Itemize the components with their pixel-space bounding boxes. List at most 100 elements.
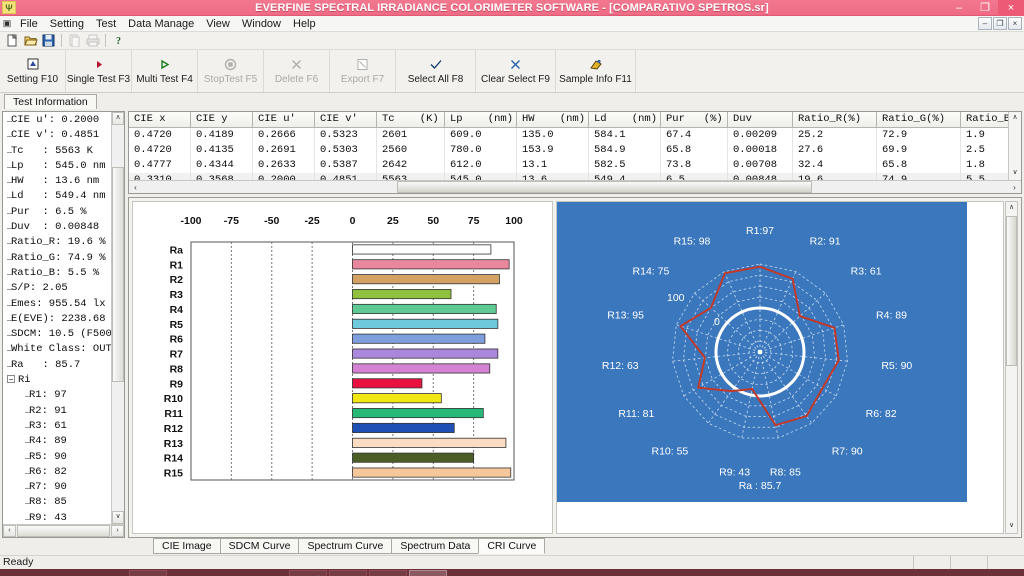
tree-leaf[interactable]: CIE v′: 0.4851 xyxy=(7,129,124,144)
tree-leaf[interactable]: E(EVE): 2238.68 lx xyxy=(7,313,124,328)
tree-leaf[interactable]: Ratio_B: 5.5 % xyxy=(7,267,124,282)
grid-column-header[interactable]: Duv xyxy=(728,112,793,128)
paint-icon[interactable] xyxy=(289,570,327,576)
mdi-close-button[interactable]: × xyxy=(1008,17,1022,30)
grid-column-header[interactable]: Pur (%) xyxy=(661,112,728,128)
charts-scroll-up-arrow[interactable]: ∧ xyxy=(1006,202,1017,215)
word-icon[interactable]: W xyxy=(89,570,127,576)
scroll-left-arrow[interactable]: ‹ xyxy=(3,525,16,537)
file-explorer-icon[interactable] xyxy=(129,570,167,576)
grid-scroll-down-arrow[interactable]: ∨ xyxy=(1009,167,1021,180)
scroll-right-arrow[interactable]: › xyxy=(111,525,124,537)
grid-column-header[interactable]: Lp (nm) xyxy=(445,112,517,128)
tree-leaf[interactable]: R6: 82 xyxy=(7,466,124,481)
grid-column-header[interactable]: CIE v′ xyxy=(315,112,377,128)
tree-leaf[interactable]: Ratio_R: 19.6 % xyxy=(7,236,124,251)
mdi-restore-button[interactable]: ❐ xyxy=(993,17,1007,30)
scroll-up-arrow[interactable]: ∧ xyxy=(112,112,124,125)
toolbar-button-single-test[interactable]: Single Test F3 xyxy=(66,50,132,92)
tree-node[interactable]: − Ri xyxy=(7,374,124,389)
minimize-button[interactable]: – xyxy=(946,0,972,16)
tree-leaf[interactable]: R2: 91 xyxy=(7,405,124,420)
tree-leaf[interactable]: CIE u′: 0.2000 xyxy=(7,114,124,129)
menu-item-help[interactable]: Help xyxy=(287,16,322,32)
internet-explorer-icon[interactable] xyxy=(49,570,87,576)
tree-leaf[interactable]: White Class: OUT xyxy=(7,343,124,358)
excel-icon[interactable]: X xyxy=(169,570,207,576)
mdi-minimize-button[interactable]: – xyxy=(978,17,992,30)
tree-leaf[interactable]: R3: 61 xyxy=(7,420,124,435)
grid-column-header[interactable]: Ratio_R(%) xyxy=(793,112,877,128)
grid-column-header[interactable]: Ld (nm) xyxy=(589,112,661,128)
charts-scroll-down-arrow[interactable]: ∨ xyxy=(1006,520,1017,533)
new-icon[interactable] xyxy=(4,33,21,49)
test-information-tree[interactable]: CIE u′: 0.2000 CIE v′: 0.4851 Tc : 5563 K L… xyxy=(2,111,125,538)
tree-leaf[interactable]: R1: 97 xyxy=(7,389,124,404)
tree-leaf[interactable]: R4: 89 xyxy=(7,435,124,450)
skype-icon[interactable]: S xyxy=(209,570,247,576)
menu-item-data-manage[interactable]: Data Manage xyxy=(122,16,200,32)
toolbar-button-setting[interactable]: Setting F10 xyxy=(0,50,66,92)
menu-item-setting[interactable]: Setting xyxy=(44,16,90,32)
grid-scroll-left-arrow[interactable]: ‹ xyxy=(129,183,142,192)
tree-leaf[interactable]: Lp : 545.0 nm xyxy=(7,160,124,175)
table-row[interactable]: 0.4720 0.4135 0.2691 0.5303 2560 780.0 153.9 58… xyxy=(129,143,1021,158)
tree-leaf[interactable]: R5: 90 xyxy=(7,451,124,466)
grid-column-header[interactable]: CIE x xyxy=(129,112,191,128)
tree-horizontal-scrollbar[interactable]: ‹ › xyxy=(3,524,124,537)
tree-leaf[interactable]: HW : 13.6 nm xyxy=(7,175,124,190)
tree-leaf[interactable]: S/P: 2.05 xyxy=(7,282,124,297)
tree-leaf[interactable]: Duv : 0.00848 xyxy=(7,221,124,236)
help-icon[interactable]: ? xyxy=(110,33,127,49)
scroll-thumb[interactable] xyxy=(112,167,124,382)
grid-vertical-scrollbar[interactable]: ∧ ∨ xyxy=(1008,112,1021,180)
tree-leaf[interactable]: Ld : 549.4 nm xyxy=(7,190,124,205)
outlook-icon[interactable]: O xyxy=(329,570,367,576)
menu-item-test[interactable]: Test xyxy=(90,16,122,32)
table-row[interactable]: 0.4720 0.4189 0.2666 0.5323 2601 609.0 135.0 58… xyxy=(129,128,1021,143)
tab-sdcm-curve[interactable]: SDCM Curve xyxy=(219,538,300,554)
measurement-data-grid[interactable]: CIE x CIE y CIE u′ CIE v′ Tc (K) Lp (nm) HW (n… xyxy=(128,111,1022,194)
scroll-thumb-h[interactable] xyxy=(17,525,110,537)
tab-spectrum-data[interactable]: Spectrum Data xyxy=(391,538,480,554)
system-menu-icon[interactable]: ▣ xyxy=(0,18,14,29)
grid-column-header[interactable]: CIE u′ xyxy=(253,112,315,128)
toolbar-button-select-all[interactable]: Select All F8 xyxy=(396,50,476,92)
tree-leaf[interactable]: SDCM: 10.5 (F5000) xyxy=(7,328,124,343)
maximize-button[interactable]: ❐ xyxy=(972,0,998,16)
grid-column-header[interactable]: CIE y xyxy=(191,112,253,128)
grid-scroll-track[interactable] xyxy=(142,180,1008,194)
tree-leaf[interactable]: Ra : 85.7 xyxy=(7,359,124,374)
grid-horizontal-scrollbar[interactable]: ‹ › xyxy=(129,180,1021,193)
toolbar-button-sample-info[interactable]: Sample Info F11 xyxy=(556,50,636,92)
tab-spectrum-curve[interactable]: Spectrum Curve xyxy=(298,538,393,554)
grid-scroll-up-arrow[interactable]: ∧ xyxy=(1009,112,1021,125)
tree-vertical-scrollbar[interactable]: ∧ ∨ xyxy=(111,112,124,537)
tree-leaf[interactable]: Ratio_G: 74.9 % xyxy=(7,252,124,267)
scroll-down-arrow[interactable]: ∨ xyxy=(112,511,124,524)
menu-item-view[interactable]: View xyxy=(200,16,236,32)
table-row[interactable]: 0.4777 0.4344 0.2633 0.5387 2642 612.0 13.1 582… xyxy=(129,158,1021,173)
close-button[interactable]: × xyxy=(998,0,1024,16)
tab-cri-curve[interactable]: CRI Curve xyxy=(478,538,546,554)
grid-column-header[interactable]: Tc (K) xyxy=(377,112,445,128)
tree-leaf[interactable]: Tc : 5563 K xyxy=(7,145,124,160)
toolbar-button-multi-test[interactable]: Multi Test F4 xyxy=(132,50,198,92)
save-icon[interactable] xyxy=(40,33,57,49)
tree-leaf[interactable]: Emes: 955.54 lx xyxy=(7,298,124,313)
tree-expander[interactable]: − xyxy=(7,375,15,384)
tree-leaf[interactable]: R8: 85 xyxy=(7,496,124,511)
powerpoint-icon[interactable]: P xyxy=(369,570,407,576)
windows-start-icon[interactable] xyxy=(0,569,48,576)
everfine-app-icon[interactable] xyxy=(409,570,447,576)
menu-item-window[interactable]: Window xyxy=(236,16,287,32)
grid-scroll-right-arrow[interactable]: › xyxy=(1008,183,1021,192)
grid-scroll-thumb[interactable] xyxy=(397,180,812,193)
grid-column-header[interactable]: Ratio_G(%) xyxy=(877,112,961,128)
tab-test-information[interactable]: Test Information xyxy=(4,94,97,109)
toolbar-button-clear-select[interactable]: Clear Select F9 xyxy=(476,50,556,92)
open-icon[interactable] xyxy=(22,33,39,49)
tab-cie-image[interactable]: CIE Image xyxy=(153,538,221,554)
charts-vertical-scrollbar[interactable]: ∧ ∨ xyxy=(1005,201,1018,534)
chrome-icon[interactable] xyxy=(249,570,287,576)
